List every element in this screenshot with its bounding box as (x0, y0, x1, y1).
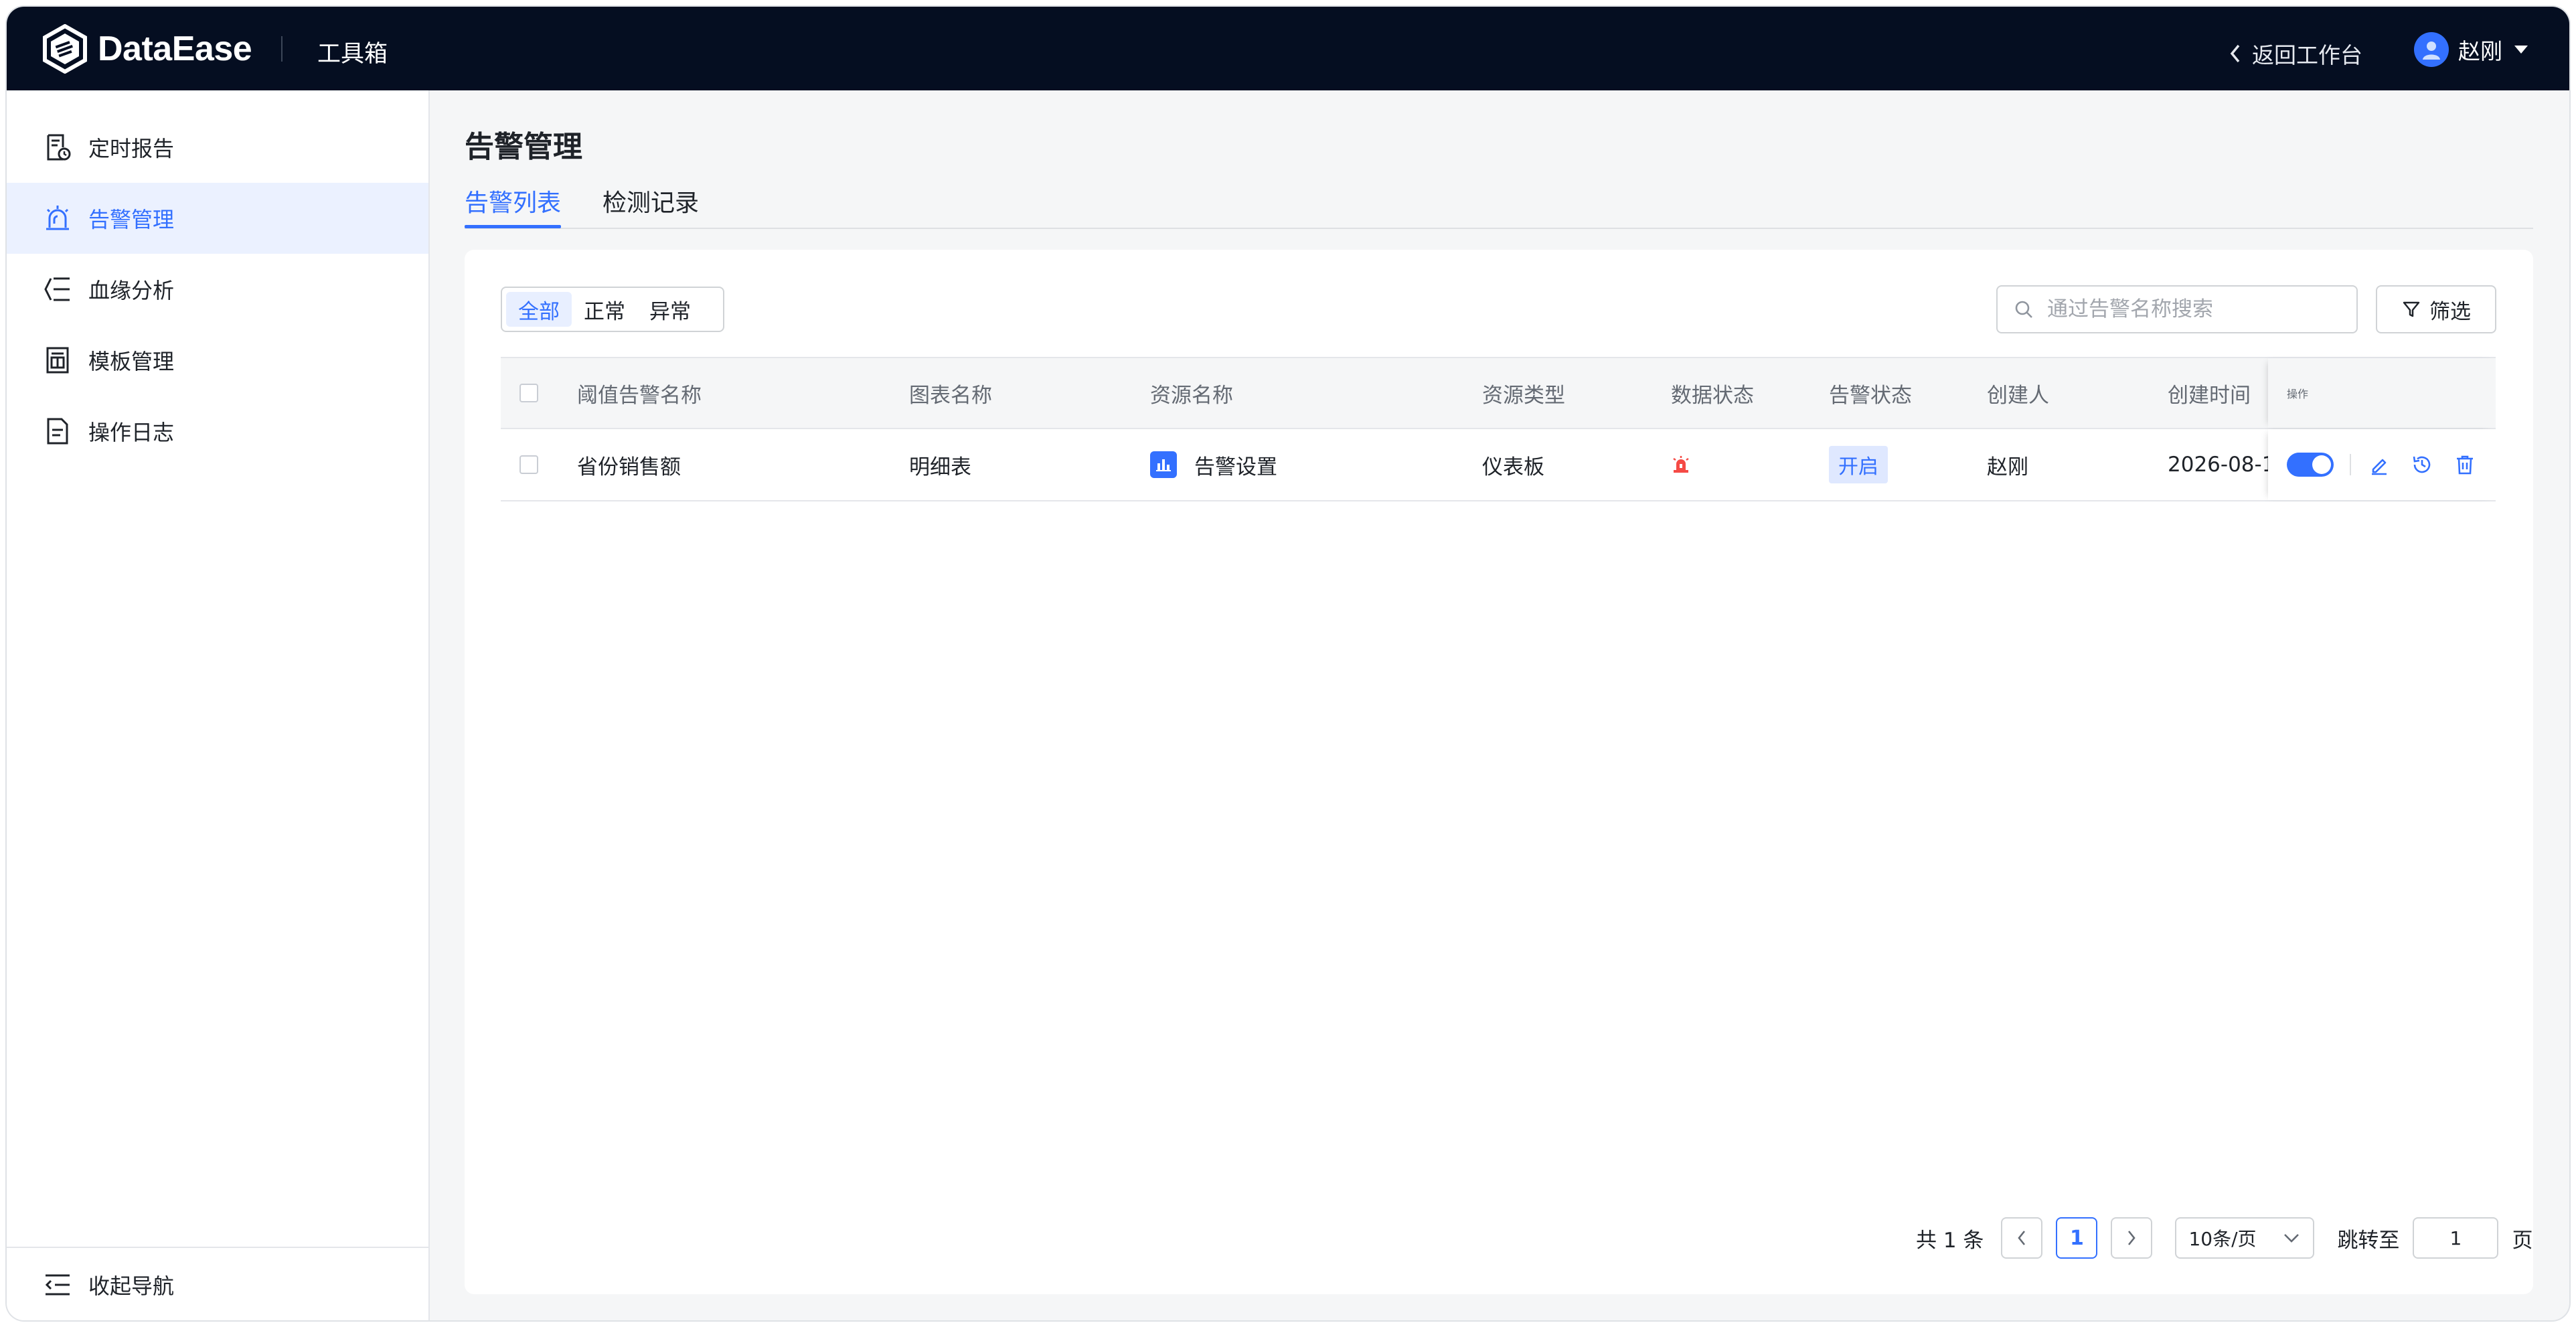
col-header-creator: 创建人 (1987, 383, 2049, 408)
history-icon[interactable] (2410, 453, 2434, 477)
sidebar-item-template-management[interactable]: 模板管理 (7, 325, 428, 396)
select-all-checkbox[interactable] (519, 384, 538, 402)
alert-name: 省份销售额 (577, 455, 681, 479)
tab-detection-records[interactable]: 检测记录 (602, 183, 699, 230)
sidebar-item-alarm-management[interactable]: 告警管理 (7, 183, 428, 254)
creator: 赵刚 (1987, 455, 2028, 479)
jump-page-input[interactable]: 1 (2413, 1217, 2499, 1259)
collapse-label: 收起导航 (88, 1273, 175, 1299)
enable-toggle[interactable] (2287, 453, 2334, 477)
logo-text: DataEase (98, 29, 252, 68)
sidebar-item-label: 血缘分析 (88, 278, 175, 303)
avatar (2414, 32, 2449, 67)
col-header-resource-type: 资源类型 (1482, 383, 1565, 408)
sidebar-item-label: 定时报告 (88, 136, 175, 161)
user-icon (2423, 42, 2440, 60)
sidebar: 定时报告 告警管理 血缘分析 模板管理 操作日志 收起导航 (7, 90, 430, 1320)
search-box (1996, 285, 2358, 333)
app-window: DataEase 工具箱 返回工作台 赵刚 定时报告 告警管理 血缘分析 模板管… (7, 7, 2569, 1320)
col-header-alert-name: 阈值告警名称 (577, 383, 702, 408)
prev-page-button[interactable] (2001, 1217, 2043, 1259)
col-header-data-status: 数据状态 (1671, 383, 1754, 408)
pagination: 共 1 条 1 10条/页 跳转至 1 页 (1916, 1215, 2532, 1261)
filter-button[interactable]: 筛选 (2376, 285, 2496, 333)
jump-label: 跳转至 (2337, 1228, 2400, 1253)
section-title: 工具箱 (317, 41, 388, 68)
segment-all[interactable]: 全部 (506, 292, 572, 327)
active-tab-indicator (465, 225, 561, 228)
sidebar-item-lineage-analysis[interactable]: 血缘分析 (7, 254, 428, 325)
alert-status-cell: 开启 (1829, 429, 1888, 500)
total-count: 共 1 条 (1916, 1228, 1984, 1253)
resource-type: 仪表板 (1482, 455, 1544, 479)
segment-normal[interactable]: 正常 (572, 292, 637, 327)
tab-alert-list[interactable]: 告警列表 (465, 183, 561, 230)
collapse-icon (42, 1269, 74, 1301)
header-divider (281, 36, 283, 62)
sidebar-item-scheduled-report[interactable]: 定时报告 (7, 112, 428, 183)
col-header-resource-name: 资源名称 (1150, 383, 1233, 408)
search-icon (2015, 301, 2032, 318)
chart-name: 明细表 (909, 455, 971, 479)
page-title: 告警管理 (465, 130, 582, 164)
caret-down-icon (2514, 46, 2528, 54)
resource-name-cell[interactable]: 告警设置 (1150, 429, 1277, 500)
chevron-right-icon (2128, 1231, 2136, 1245)
sidebar-item-operation-log[interactable]: 操作日志 (7, 396, 428, 467)
status-badge: 开启 (1829, 446, 1888, 483)
table-row[interactable]: 省份销售额 明细表 告警设置 仪表板 开启 赵刚 2026-08- (501, 429, 2496, 501)
dataease-logo-icon (43, 24, 87, 74)
sidebar-item-label: 告警管理 (88, 207, 175, 232)
delete-icon[interactable] (2453, 453, 2477, 477)
col-header-actions: 操作 (2287, 388, 2309, 400)
data-status-cell (1671, 429, 1691, 500)
col-header-alert-status: 告警状态 (1829, 383, 1912, 408)
page-number-current[interactable]: 1 (2056, 1217, 2098, 1259)
table-header: 阈值告警名称 图表名称 资源名称 资源类型 数据状态 告警状态 创建人 创建时间… (501, 357, 2496, 429)
logo[interactable]: DataEase (42, 24, 252, 74)
filter-label: 筛选 (2429, 299, 2471, 324)
alarm-siren-icon (1673, 456, 1689, 473)
log-icon (42, 415, 74, 447)
toggle-knob (2312, 455, 2331, 474)
col-header-actions-cell: 操作 (2268, 358, 2496, 428)
alert-list-card: 全部 正常 异常 筛选 阈值告警名称 图表名称 资源名称 资源类型 (465, 250, 2533, 1294)
status-segmented-control: 全部 正常 异常 (501, 287, 724, 332)
resource-name: 告警设置 (1194, 455, 1277, 479)
collapse-nav-button[interactable]: 收起导航 (7, 1247, 428, 1320)
created-time: 2026-08-19 (2168, 453, 2268, 477)
main-content: 告警管理 告警列表 检测记录 全部 正常 异常 筛选 (430, 90, 2569, 1320)
chevron-down-icon (2284, 1234, 2300, 1243)
row-select-cell (519, 429, 538, 500)
page-suffix: 页 (2512, 1228, 2533, 1253)
dashboard-chart-icon (1150, 451, 1177, 478)
select-all-cell (519, 358, 538, 428)
user-name: 赵刚 (2458, 38, 2502, 64)
user-menu[interactable]: 赵刚 (2414, 32, 2529, 67)
chevron-left-icon (2230, 44, 2240, 63)
col-header-chart-name: 图表名称 (909, 383, 992, 408)
actions-divider (2350, 454, 2351, 475)
template-icon (42, 344, 74, 376)
back-label: 返回工作台 (2252, 42, 2362, 68)
row-actions (2268, 429, 2496, 500)
search-input[interactable] (2046, 297, 2343, 322)
filter-icon (2403, 301, 2420, 317)
sidebar-item-label: 操作日志 (88, 420, 175, 445)
segment-abnormal[interactable]: 异常 (637, 292, 703, 327)
tab-bar: 告警列表 检测记录 (465, 181, 2533, 229)
alarm-icon (42, 202, 74, 234)
page-size-select[interactable]: 10条/页 (2175, 1217, 2315, 1259)
back-to-workbench-link[interactable]: 返回工作台 (2228, 37, 2362, 70)
page-size-value: 10条/页 (2188, 1228, 2257, 1250)
lineage-icon (42, 273, 74, 305)
next-page-button[interactable] (2111, 1217, 2153, 1259)
chevron-left-icon (2018, 1231, 2026, 1245)
edit-icon[interactable] (2367, 453, 2391, 477)
top-bar: DataEase 工具箱 返回工作台 赵刚 (7, 7, 2569, 90)
col-header-created-time: 创建时间 (2168, 383, 2251, 408)
sidebar-item-label: 模板管理 (88, 349, 175, 374)
row-checkbox[interactable] (519, 455, 538, 474)
scheduled-report-icon (42, 131, 74, 163)
